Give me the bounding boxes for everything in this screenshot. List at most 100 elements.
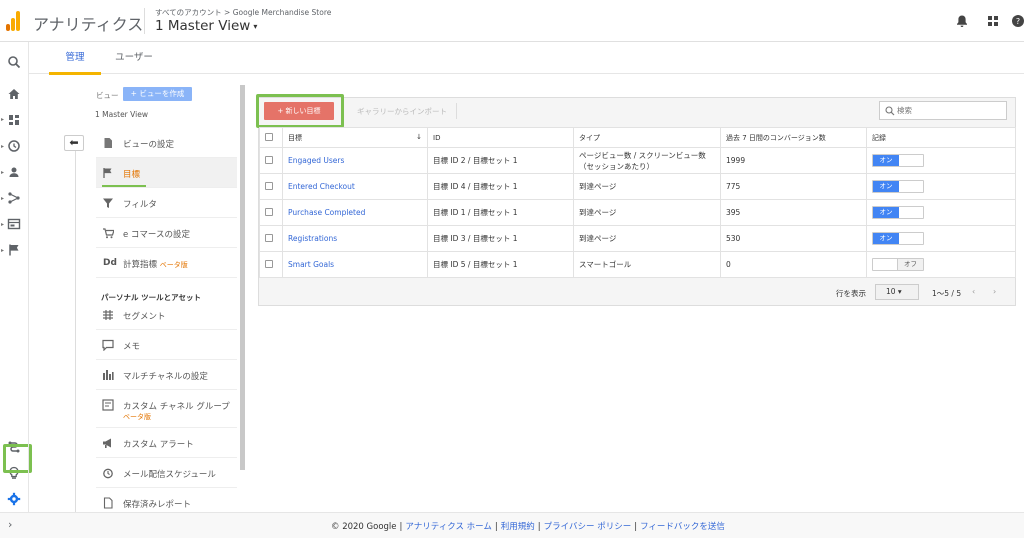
column-header-goal[interactable]: 目標 ↓ — [282, 127, 428, 148]
search-icon[interactable] — [7, 55, 21, 69]
goal-id: 目標 ID 3 / 目標セット 1 — [427, 225, 574, 252]
bell-icon[interactable] — [955, 14, 969, 28]
column-header-id[interactable]: ID — [427, 127, 574, 148]
recording-toggle[interactable]: オン — [872, 232, 924, 245]
goal-name-link[interactable]: Purchase Completed — [282, 199, 428, 226]
chevron-right-icon[interactable]: › — [993, 287, 996, 296]
goals-search[interactable] — [879, 101, 1007, 120]
search-input[interactable] — [897, 104, 1002, 117]
admin-item-label: 計算指標 ベータ版 — [123, 260, 188, 270]
admin-item-ecommerce[interactable]: e コマースの設定 — [96, 218, 237, 248]
expand-arrow-icon[interactable]: ▸ — [1, 116, 5, 123]
admin-item-label: カスタム チャネル グループ ベータ版 — [123, 402, 230, 421]
divider — [28, 42, 29, 512]
cart-icon — [103, 228, 114, 239]
rows-per-page-select[interactable]: 10 ▾ — [875, 284, 919, 300]
goal-id: 目標 ID 2 / 目標セット 1 — [427, 147, 574, 174]
admin-item-label: 保存済みレポート — [123, 500, 192, 510]
admin-item-scheduled-emails[interactable]: メール配信スケジュール — [96, 458, 237, 488]
expand-arrow-icon[interactable]: ▸ — [1, 195, 5, 202]
admin-item-label: メール配信スケジュール — [123, 470, 216, 480]
goal-id: 目標 ID 5 / 目標セット 1 — [427, 251, 574, 278]
expand-arrow-icon[interactable]: ▸ — [1, 221, 5, 228]
expand-nav-icon[interactable]: › — [8, 518, 12, 531]
tab-admin[interactable]: 管理 — [49, 42, 101, 75]
admin-item-goals[interactable]: 目標 — [96, 158, 237, 188]
table-pager: 行を表示 10 ▾ 1～5 / 5 ‹ › — [259, 280, 1015, 305]
row-checkbox[interactable] — [265, 259, 273, 268]
goal-id: 目標 ID 4 / 目標セット 1 — [427, 173, 574, 200]
home-icon[interactable] — [7, 87, 21, 101]
expand-arrow-icon[interactable]: ▸ — [1, 247, 5, 254]
new-goal-button[interactable]: + 新しい目標 — [264, 102, 334, 120]
admin-item-label: セグメント — [123, 312, 166, 322]
bar-chart-icon — [103, 370, 114, 380]
dashboard-icon[interactable] — [7, 113, 21, 127]
apps-grid-icon[interactable] — [986, 14, 1000, 28]
expand-arrow-icon[interactable]: ▸ — [1, 169, 5, 176]
admin-item-segments[interactable]: セグメント — [96, 300, 237, 330]
row-checkbox[interactable] — [265, 207, 273, 216]
row-checkbox[interactable] — [265, 233, 273, 242]
admin-item-multichannel[interactable]: マルチチャネルの設定 — [96, 360, 237, 390]
goal-name-link[interactable]: Engaged Users — [282, 147, 428, 174]
recording-toggle[interactable]: オン — [872, 180, 924, 193]
megaphone-icon — [103, 438, 111, 448]
filter-icon — [103, 198, 113, 208]
footer-links: © 2020 Google | アナリティクス ホーム | 利用規約 | プライバシー ポリ… — [331, 522, 725, 532]
chevron-left-icon[interactable]: ‹ — [972, 287, 975, 296]
recording-toggle[interactable]: オン — [872, 154, 924, 167]
recording-toggle[interactable]: オン — [872, 206, 924, 219]
admin-item-filters[interactable]: フィルタ — [96, 188, 237, 218]
footer-link-analytics-home[interactable]: アナリティクス ホーム — [405, 522, 492, 532]
conversions-flag-icon[interactable] — [7, 243, 21, 257]
select-all-checkbox[interactable] — [265, 132, 273, 141]
breadcrumb[interactable]: すべてのアカウント > Google Merchandise Store — [155, 7, 331, 18]
admin-item-annotations[interactable]: メモ — [96, 330, 237, 360]
expand-arrow-icon[interactable]: ▸ — [1, 143, 5, 150]
acquisition-icon[interactable] — [7, 191, 21, 205]
back-arrow-button[interactable]: ⬅ — [64, 135, 84, 151]
create-view-button[interactable]: + ビューを作成 — [123, 87, 192, 101]
channel-group-icon — [102, 399, 114, 411]
admin-item-view-settings[interactable]: ビューの設定 — [96, 128, 237, 158]
sort-arrow-icon: ↓ — [416, 132, 422, 141]
admin-item-label: マルチチャネルの設定 — [123, 372, 208, 382]
view-column-label: ビュー — [96, 91, 119, 100]
goal-conversions: 775 — [720, 173, 867, 200]
goal-name-link[interactable]: Entered Checkout — [282, 173, 428, 200]
person-icon[interactable] — [7, 165, 21, 179]
goal-name-link[interactable]: Smart Goals — [282, 251, 428, 278]
saved-report-icon — [103, 497, 113, 509]
view-selector[interactable]: 1 Master View ▾ — [155, 18, 257, 34]
behavior-icon[interactable] — [7, 217, 21, 231]
admin-gear-icon[interactable] — [7, 492, 21, 506]
row-checkbox[interactable] — [265, 181, 273, 190]
admin-item-calculated-metrics[interactable]: Dd 計算指標 ベータ版 — [96, 248, 237, 278]
import-from-gallery-button[interactable]: ギャラリーからインポート — [357, 106, 447, 117]
admin-item-custom-alerts[interactable]: カスタム アラート — [96, 428, 237, 458]
column-header-recording[interactable]: 記録 — [866, 127, 1016, 148]
admin-item-custom-channel-group[interactable]: カスタム チャネル グループ ベータ版 — [96, 390, 237, 428]
column-header-type[interactable]: タイプ — [573, 127, 721, 148]
view-name: 1 Master View — [155, 18, 251, 34]
beta-badge: ベータ版 — [123, 413, 151, 421]
help-icon[interactable]: ? — [1011, 14, 1024, 28]
chevron-down-icon: ▾ — [253, 22, 258, 31]
column-header-conversions[interactable]: 過去 7 日間のコンバージョン数 — [720, 127, 867, 148]
search-icon — [885, 106, 895, 116]
tab-users[interactable]: ユーザー — [107, 42, 161, 74]
scrollbar[interactable] — [240, 85, 245, 470]
footer-link-privacy[interactable]: プライバシー ポリシー — [544, 522, 632, 532]
recording-toggle[interactable]: オフ — [872, 258, 924, 271]
column-line — [75, 151, 76, 521]
clock-icon[interactable] — [7, 139, 21, 153]
goal-name-link[interactable]: Registrations — [282, 225, 428, 252]
footer-link-feedback[interactable]: フィードバックを送信 — [640, 522, 725, 532]
selected-view-name[interactable]: 1 Master View — [95, 110, 148, 119]
footer-link-terms[interactable]: 利用規約 — [501, 522, 535, 532]
app-name[interactable]: アナリティクス — [33, 11, 143, 35]
row-checkbox[interactable] — [265, 155, 273, 164]
copyright: © 2020 Google — [331, 522, 397, 532]
analytics-logo[interactable] — [6, 11, 22, 31]
